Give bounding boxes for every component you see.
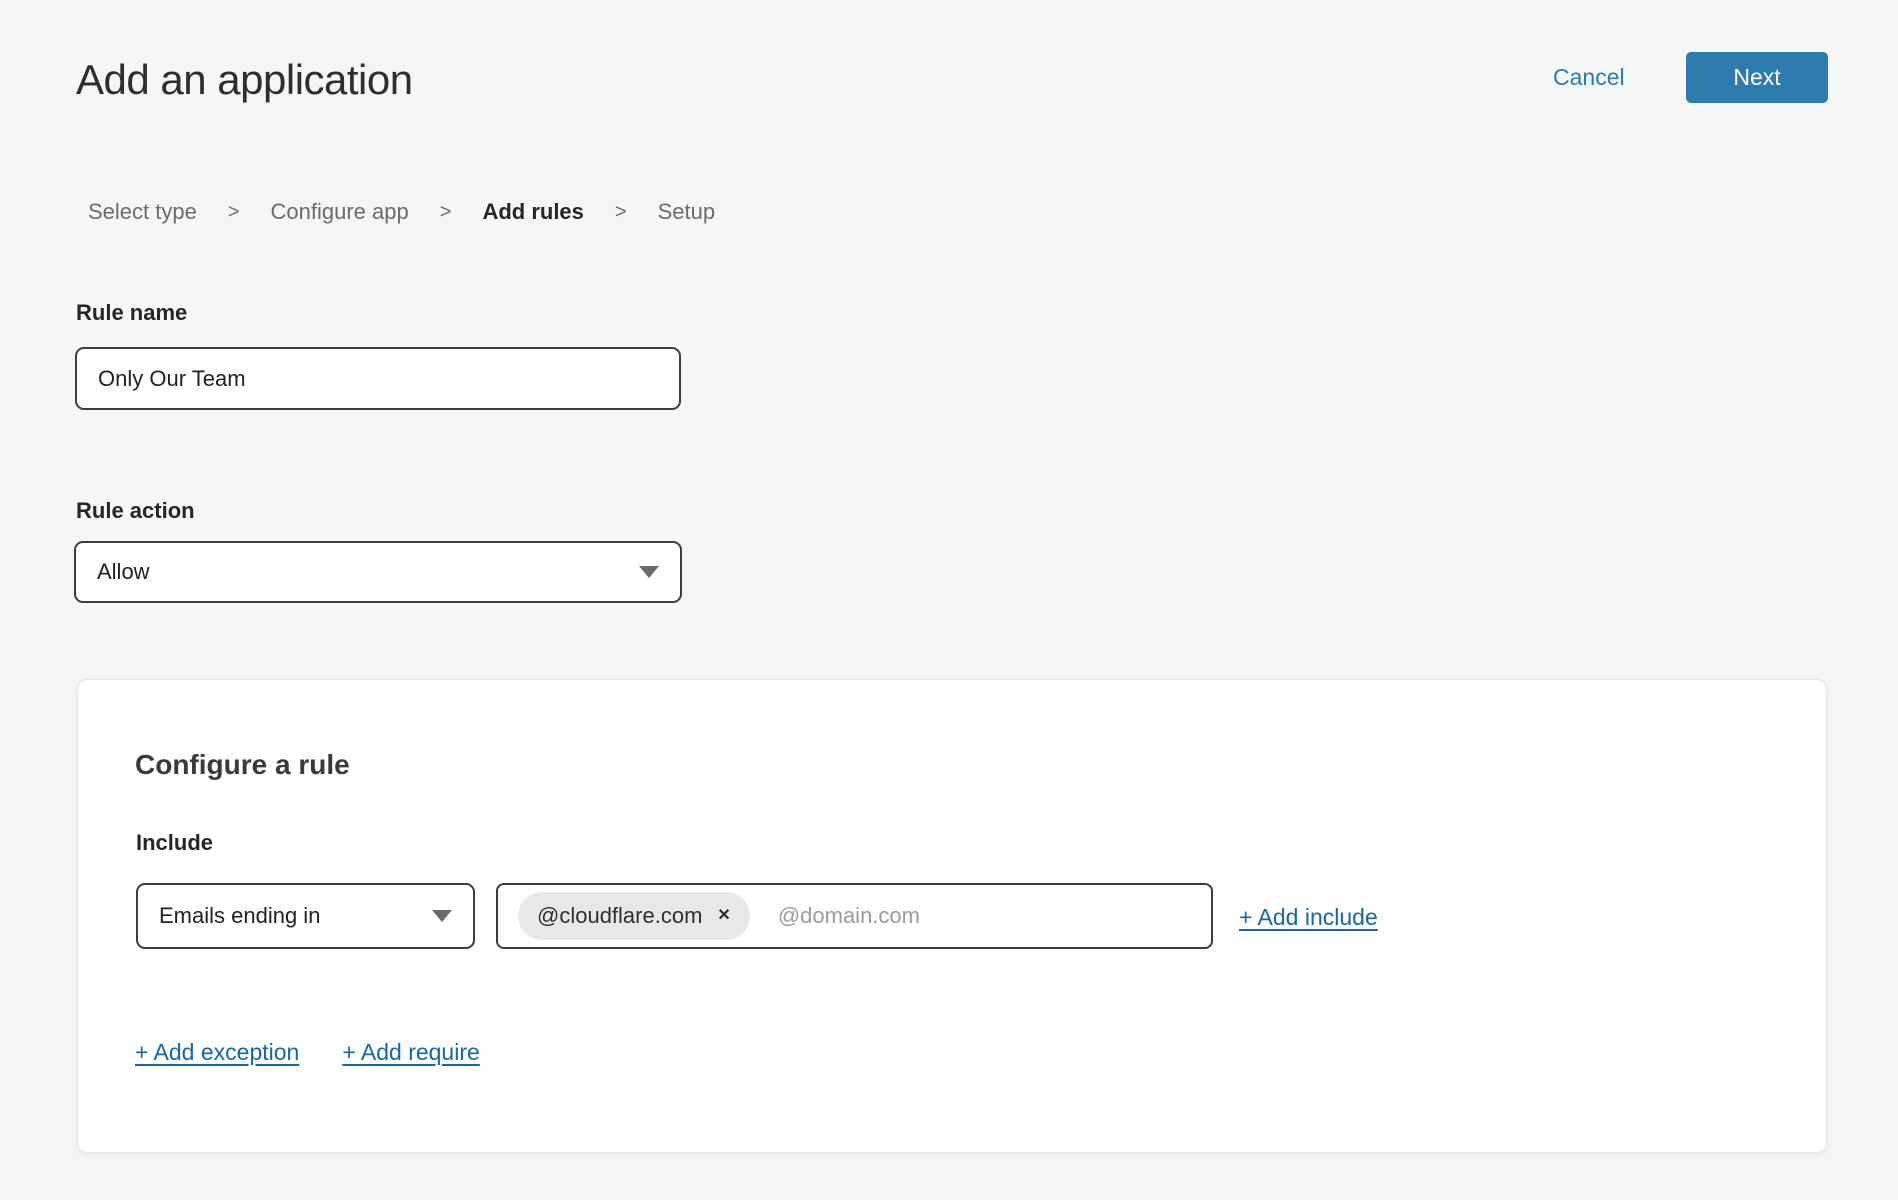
rule-action-select[interactable]: Allow	[74, 541, 682, 603]
configure-rule-card: Configure a rule Include Emails ending i…	[77, 679, 1827, 1153]
email-domain-chip-label: @cloudflare.com	[537, 903, 702, 929]
add-include-link[interactable]: + Add include	[1239, 904, 1378, 931]
breadcrumb-separator: >	[615, 201, 627, 224]
breadcrumb-step-configure-app[interactable]: Configure app	[271, 199, 409, 225]
email-domain-chip: @cloudflare.com ✕	[518, 892, 750, 940]
breadcrumb-separator: >	[228, 201, 240, 224]
breadcrumb-step-add-rules[interactable]: Add rules	[482, 199, 583, 225]
close-icon[interactable]: ✕	[717, 908, 730, 924]
card-heading: Configure a rule	[135, 749, 350, 781]
chevron-down-icon	[432, 910, 452, 922]
add-exception-link[interactable]: + Add exception	[135, 1039, 299, 1066]
rule-name-input[interactable]	[75, 347, 681, 410]
breadcrumb-separator: >	[440, 201, 452, 224]
rule-action-label: Rule action	[76, 498, 195, 524]
rule-name-label: Rule name	[76, 300, 187, 326]
email-domain-tag-input[interactable]: @cloudflare.com ✕	[496, 883, 1213, 949]
chevron-down-icon	[639, 566, 659, 578]
cancel-button[interactable]: Cancel	[1553, 64, 1625, 91]
rule-action-selected-value: Allow	[97, 559, 150, 585]
add-require-link[interactable]: + Add require	[342, 1039, 479, 1066]
include-label: Include	[136, 830, 213, 856]
rule-links-row: + Add exception + Add require	[135, 1039, 480, 1066]
breadcrumb-step-setup[interactable]: Setup	[658, 199, 716, 225]
page-title: Add an application	[76, 56, 413, 104]
email-domain-input[interactable]	[778, 903, 1199, 929]
breadcrumb-step-select-type[interactable]: Select type	[88, 199, 197, 225]
include-criteria-selected-value: Emails ending in	[159, 903, 320, 929]
breadcrumb: Select type > Configure app > Add rules …	[88, 199, 715, 225]
next-button[interactable]: Next	[1686, 52, 1828, 103]
include-criteria-select[interactable]: Emails ending in	[136, 883, 475, 949]
